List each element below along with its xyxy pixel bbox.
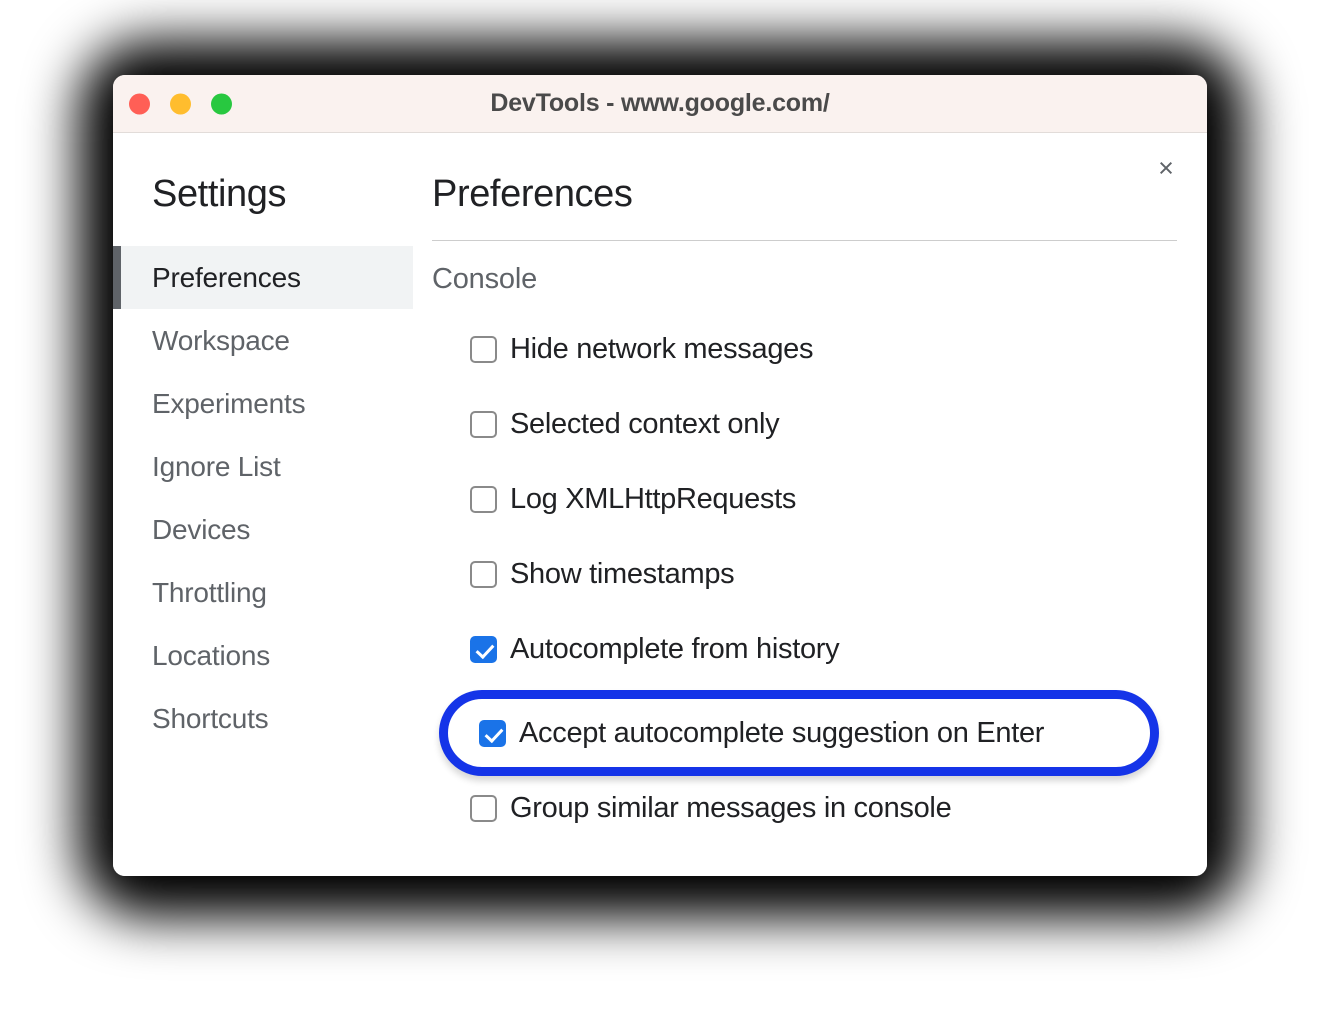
- sidebar-item-locations[interactable]: Locations: [113, 624, 413, 687]
- console-settings-list: Hide network messages Selected context o…: [432, 324, 1177, 833]
- traffic-lights: [129, 93, 232, 114]
- checkbox-unchecked-icon[interactable]: [470, 794, 497, 822]
- sidebar-item-label: Throttling: [152, 576, 267, 608]
- checkbox-unchecked-icon[interactable]: [470, 335, 497, 363]
- checkbox-unchecked-icon[interactable]: [470, 560, 497, 588]
- checkbox-checked-icon[interactable]: [479, 719, 506, 747]
- settings-sidebar: Settings Preferences Workspace Experimen…: [113, 133, 413, 876]
- checkbox-label: Log XMLHttpRequests: [510, 482, 797, 515]
- sidebar-item-label: Workspace: [152, 324, 290, 356]
- checkbox-row-hide-network-messages[interactable]: Hide network messages: [470, 324, 1177, 374]
- minimize-window-button[interactable]: [170, 93, 191, 114]
- checkbox-label: Hide network messages: [510, 332, 814, 365]
- section-heading-console: Console: [432, 263, 537, 295]
- checkbox-row-selected-context-only[interactable]: Selected context only: [470, 399, 1177, 449]
- window-titlebar: DevTools - www.google.com/: [113, 75, 1207, 133]
- maximize-window-button[interactable]: [211, 93, 232, 114]
- page-title: Settings: [152, 173, 287, 215]
- sidebar-item-label: Preferences: [152, 261, 301, 293]
- sidebar-item-ignore-list[interactable]: Ignore List: [113, 435, 413, 498]
- checkbox-row-log-xmlhttprequests[interactable]: Log XMLHttpRequests: [470, 474, 1177, 524]
- close-icon[interactable]: ×: [1149, 151, 1183, 185]
- sidebar-item-label: Devices: [152, 513, 251, 545]
- window-title: DevTools - www.google.com/: [490, 89, 830, 117]
- sidebar-item-label: Shortcuts: [152, 702, 269, 734]
- checkbox-label: Group similar messages in console: [510, 791, 952, 824]
- sidebar-nav-list: Preferences Workspace Experiments Ignore…: [113, 246, 413, 750]
- checkbox-row-group-similar-messages-in-console[interactable]: Group similar messages in console: [470, 783, 1177, 833]
- sidebar-item-shortcuts[interactable]: Shortcuts: [113, 687, 413, 750]
- sidebar-item-preferences[interactable]: Preferences: [113, 246, 413, 309]
- settings-dialog-body: × Settings Preferences Workspace Experim…: [113, 133, 1207, 876]
- sidebar-item-workspace[interactable]: Workspace: [113, 309, 413, 372]
- sidebar-item-label: Experiments: [152, 387, 306, 419]
- checkbox-row-autocomplete-from-history[interactable]: Autocomplete from history: [470, 624, 1177, 674]
- sidebar-item-throttling[interactable]: Throttling: [113, 561, 413, 624]
- checkbox-checked-icon[interactable]: [470, 635, 497, 663]
- close-window-button[interactable]: [129, 93, 150, 114]
- checkbox-label: Show timestamps: [510, 557, 735, 590]
- devtools-settings-window: DevTools - www.google.com/ × Settings Pr…: [113, 75, 1207, 876]
- sidebar-item-label: Locations: [152, 639, 271, 671]
- panel-divider: [432, 240, 1177, 241]
- checkbox-label: Accept autocomplete suggestion on Enter: [519, 716, 1045, 749]
- checkbox-row-show-timestamps[interactable]: Show timestamps: [470, 549, 1177, 599]
- panel-title: Preferences: [432, 173, 633, 215]
- sidebar-item-experiments[interactable]: Experiments: [113, 372, 413, 435]
- checkbox-label: Autocomplete from history: [510, 632, 840, 665]
- checkbox-unchecked-icon[interactable]: [470, 485, 497, 513]
- preferences-panel: Preferences Console Hide network message…: [413, 133, 1207, 876]
- checkbox-unchecked-icon[interactable]: [470, 410, 497, 438]
- sidebar-item-devices[interactable]: Devices: [113, 498, 413, 561]
- checkbox-label: Selected context only: [510, 407, 780, 440]
- checkbox-row-accept-autocomplete-suggestion-on-enter[interactable]: Accept autocomplete suggestion on Enter: [439, 690, 1159, 776]
- sidebar-item-label: Ignore List: [152, 450, 281, 482]
